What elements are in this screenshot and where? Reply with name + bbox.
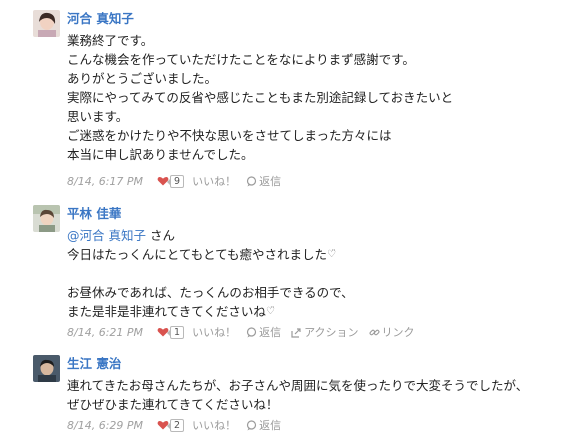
- comment-post: 河合 真知子 業務終了です。 こんな機会を作っていただけたことをなによりまず感謝…: [0, 10, 565, 190]
- timestamp: 8/14, 6:17 PM: [67, 174, 144, 188]
- comment-line: ありがとうございました。: [67, 71, 218, 86]
- share-action-icon[interactable]: [291, 327, 302, 338]
- comment-line: 連れてきたお母さんたちが、お子さんや周囲に気を使ったりで大変そうでしたが、: [67, 378, 529, 393]
- link-button[interactable]: リンク: [382, 324, 415, 340]
- comment-line: お昼休みであれば、たっくんのお相手できるので、: [67, 285, 354, 300]
- author-name[interactable]: 生江 憲治: [67, 355, 121, 372]
- comment-body: @河合 真知子 さん 今日はたっくんにとてもとても癒やされました♡̈ お昼休みで…: [67, 226, 557, 321]
- comment-line: 今日はたっくんにとてもとても癒やされました♡̈: [67, 245, 557, 264]
- comment-line: 実際にやってみての反省や感じたこともまた別途記録しておきたいと: [67, 90, 454, 105]
- author-name[interactable]: 河合 真知子: [67, 10, 134, 27]
- reply-bubble-icon[interactable]: [246, 419, 257, 431]
- reply-button[interactable]: 返信: [259, 417, 281, 433]
- comment-feed: 河合 真知子 業務終了です。 こんな機会を作っていただけたことをなによりまず感謝…: [0, 0, 565, 446]
- comment-line: @河合 真知子 さん: [67, 226, 557, 245]
- comment-text: 今日はたっくんにとてもとても癒やされました: [67, 247, 328, 262]
- like-count[interactable]: 1: [167, 325, 185, 339]
- reply-bubble-icon[interactable]: [246, 175, 257, 187]
- like-count[interactable]: 9: [167, 174, 185, 188]
- like-button[interactable]: いいね！: [192, 173, 236, 189]
- comment-post: 生江 憲治 連れてきたお母さんたちが、お子さんや周囲に気を使ったりで大変そうでし…: [0, 355, 565, 440]
- comment-line: [67, 264, 557, 283]
- comment-meta: 8/14, 6:21 PM 1 いいね！ 返信 アクション リンク: [67, 324, 415, 340]
- link-icon[interactable]: [369, 327, 380, 338]
- reply-button[interactable]: 返信: [259, 173, 281, 189]
- comment-line: ぜひぜひまた連れてきてくださいね！: [67, 397, 279, 412]
- author-name[interactable]: 平林 佳華: [67, 205, 121, 222]
- comment-line: ご迷惑をかけたりや不快な思いをさせてしまった方々には: [67, 128, 392, 143]
- reply-button[interactable]: 返信: [259, 324, 281, 340]
- avatar[interactable]: [33, 355, 60, 382]
- avatar[interactable]: [33, 10, 60, 37]
- mention-suffix: さん: [145, 228, 175, 243]
- like-button[interactable]: いいね！: [192, 324, 236, 340]
- timestamp: 8/14, 6:29 PM: [67, 418, 144, 432]
- timestamp: 8/14, 6:21 PM: [67, 325, 144, 339]
- comment-line: 思います。: [67, 109, 129, 124]
- avatar[interactable]: [33, 205, 60, 232]
- comment-line: また是非是非連れてきてくださいね♡̈: [67, 302, 557, 321]
- comment-post: 平林 佳華 @河合 真知子 さん 今日はたっくんにとてもとても癒やされました♡̈…: [0, 205, 565, 345]
- action-button[interactable]: アクション: [304, 324, 358, 340]
- comment-meta: 8/14, 6:17 PM 9 いいね！ 返信: [67, 173, 281, 189]
- like-count[interactable]: 2: [167, 418, 185, 432]
- like-button[interactable]: いいね！: [192, 417, 236, 433]
- reply-bubble-icon[interactable]: [246, 326, 257, 338]
- mention-link[interactable]: @河合 真知子: [67, 228, 146, 243]
- comment-line: 業務終了です。: [67, 33, 154, 48]
- sparkle-hearts-icon: ♡̈: [327, 249, 336, 260]
- comment-body: 連れてきたお母さんたちが、お子さんや周囲に気を使ったりで大変そうでしたが、 ぜひ…: [67, 376, 557, 414]
- comment-body: 業務終了です。 こんな機会を作っていただけたことをなによりまず感謝です。 ありが…: [67, 31, 557, 164]
- sparkle-hearts-icon: ♡̈: [265, 306, 275, 317]
- comment-meta: 8/14, 6:29 PM 2 いいね！ 返信: [67, 417, 281, 433]
- comment-line: 本当に申し訳ありませんでした。: [67, 147, 254, 162]
- comment-text: また是非是非連れてきてくださいね: [67, 304, 266, 319]
- comment-line: こんな機会を作っていただけたことをなによりまず感謝です。: [67, 52, 415, 67]
